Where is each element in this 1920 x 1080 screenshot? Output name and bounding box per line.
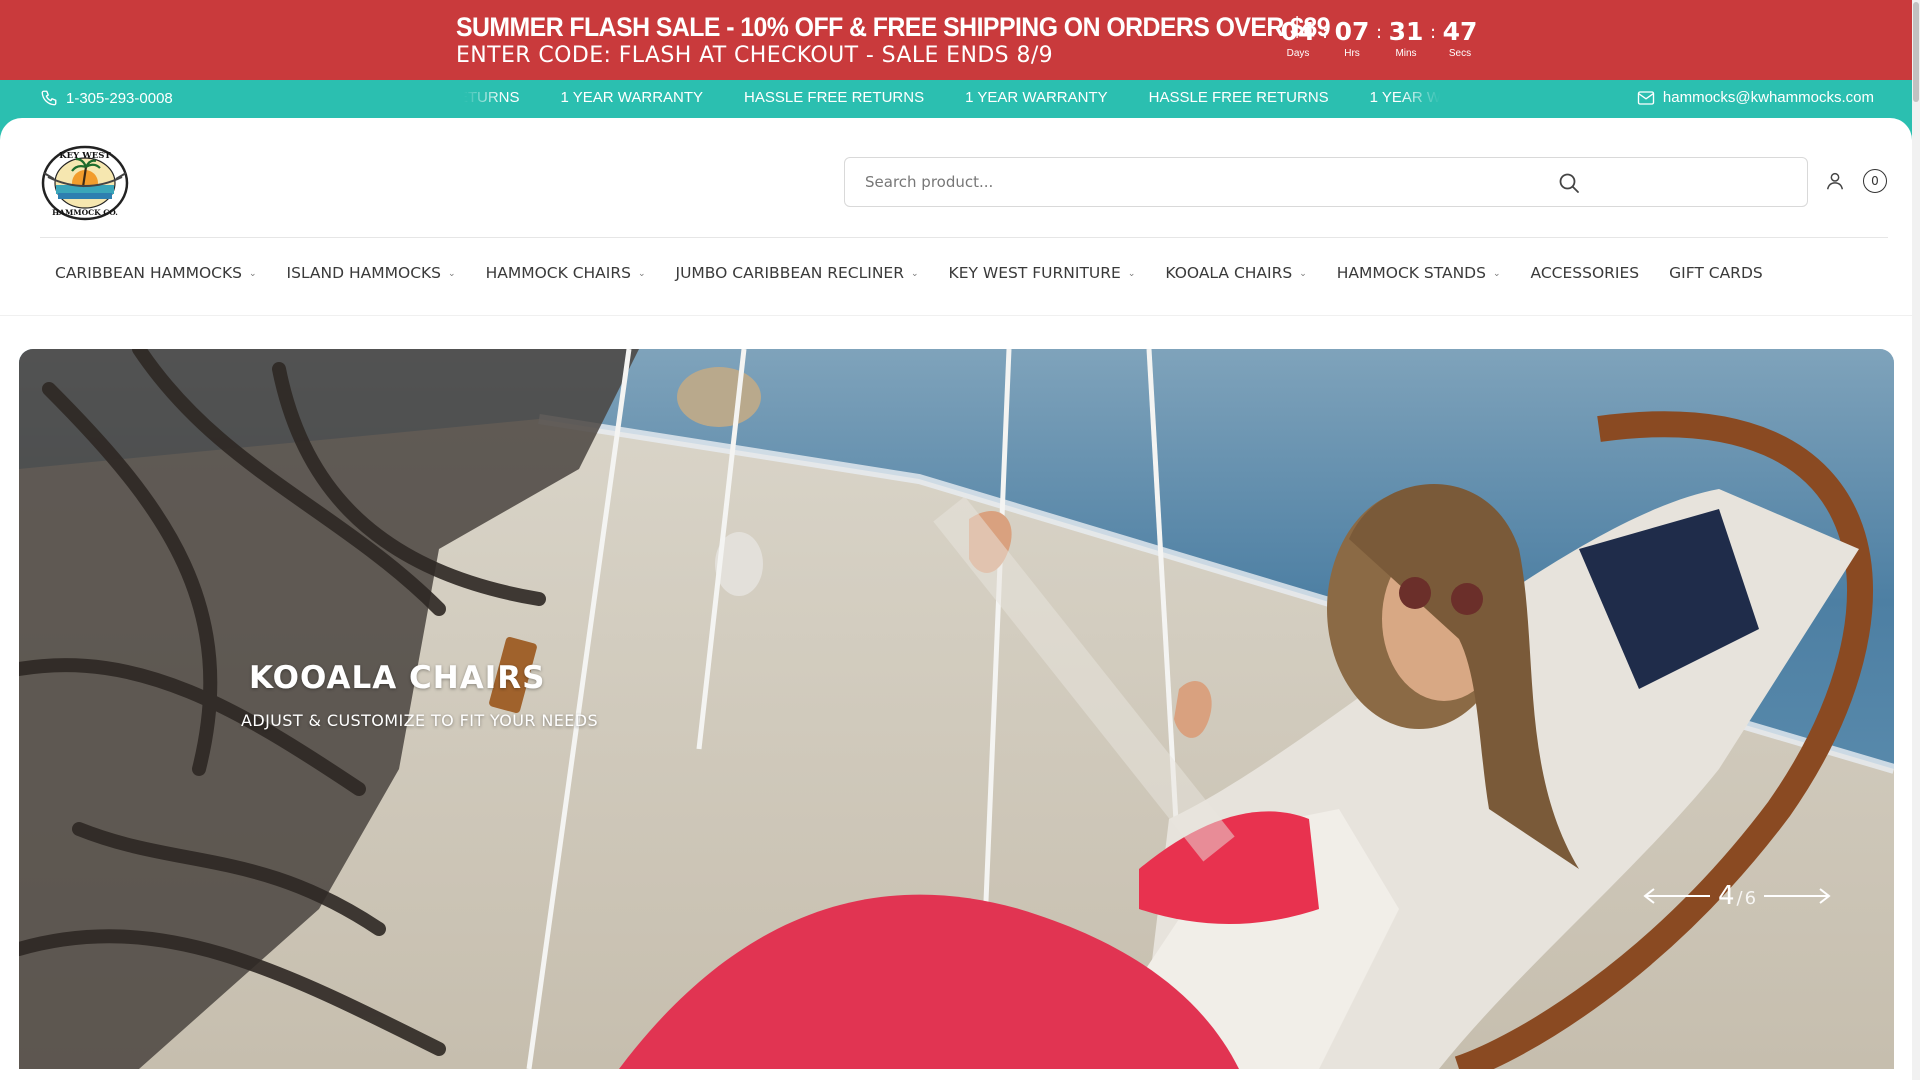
svg-text:KEY WEST: KEY WEST: [59, 151, 111, 161]
marquee-item: HASSLE FREE RETURNS: [744, 89, 925, 106]
cart-count: 0: [1871, 174, 1879, 188]
chevron-down-icon: ⌄: [1127, 269, 1136, 279]
info-bar: 1-305-293-0008 RETURNS 1 YEAR WARRANTY H…: [0, 80, 1920, 118]
slide-counter: 4 / 6: [1718, 881, 1756, 911]
nav-label: HAMMOCK CHAIRS: [485, 264, 631, 282]
search-box: [844, 157, 1808, 207]
chevron-down-icon: ⌄: [1299, 269, 1307, 279]
marquee-item: 1 YEAR WARRANTY: [965, 89, 1108, 106]
countdown-seconds: 47 Secs: [1438, 18, 1482, 60]
phone-icon: [40, 89, 58, 107]
site-logo[interactable]: KEY WEST HAMMOCK CO.: [40, 143, 130, 223]
hero-title: KOOALA CHAIRS: [249, 660, 546, 696]
marquee-item: HASSLE FREE RETURNS: [1148, 89, 1329, 106]
countdown-value: 47: [1442, 17, 1478, 46]
nav-label: GIFT CARDS: [1669, 264, 1763, 282]
nav-label: CARIBBEAN HAMMOCKS: [55, 264, 242, 282]
phone-number: 1-305-293-0008: [66, 89, 173, 107]
countdown-value: 07: [1334, 17, 1370, 46]
nav-label: KOOALA CHAIRS: [1165, 264, 1293, 282]
hero-slider[interactable]: KOOALA CHAIRS ADJUST & CUSTOMIZE TO FIT …: [19, 349, 1894, 1069]
chevron-down-icon: ⌄: [637, 269, 646, 279]
nav-item-jumbo-caribbean-recliner[interactable]: JUMBO CARIBBEAN RECLINER ⌄: [676, 264, 919, 282]
email-address: hammocks@kwhammocks.com: [1662, 89, 1874, 106]
scrollbar-thumb[interactable]: [1913, 2, 1919, 102]
promo-text: SUMMER FLASH SALE - 10% OFF & FREE SHIPP…: [456, 12, 1406, 70]
page-scrollbar[interactable]: [1912, 0, 1920, 1080]
nav-item-hammock-stands[interactable]: HAMMOCK STANDS ⌄: [1337, 264, 1501, 282]
hero-image: [19, 349, 1894, 1069]
nav-label: KEY WEST FURNITURE: [948, 264, 1121, 282]
marquee-item: 1 YEAR WARRANTY: [560, 89, 704, 106]
nav-label: ACCESSORIES: [1530, 264, 1640, 282]
countdown-label: Hrs: [1344, 48, 1360, 59]
countdown-timer: 04 Days : 07 Hrs : 31 Mins : 47 Secs: [1276, 18, 1482, 60]
slider-pager: 4 / 6: [1642, 881, 1832, 911]
countdown-minutes: 31 Mins: [1384, 18, 1428, 60]
main-navigation: CARIBBEAN HAMMOCKS ⌄ ISLAND HAMMOCKS ⌄ HAM…: [55, 264, 1793, 282]
nav-item-key-west-furniture[interactable]: KEY WEST FURNITURE ⌄: [949, 264, 1136, 282]
countdown-label: Days: [1286, 48, 1310, 59]
slide-total: 6: [1744, 888, 1757, 909]
cart-icon[interactable]: 0: [1863, 169, 1887, 193]
promo-headline: SUMMER FLASH SALE - 10% OFF & FREE SHIPP…: [456, 12, 1331, 42]
next-arrow-icon[interactable]: [1762, 882, 1832, 910]
slide-separator: /: [1736, 888, 1743, 909]
promo-banner: SUMMER FLASH SALE - 10% OFF & FREE SHIPP…: [0, 0, 1920, 80]
countdown-value: 04: [1280, 17, 1316, 46]
nav-item-island-hammocks[interactable]: ISLAND HAMMOCKS ⌄: [287, 264, 456, 282]
nav-label: HAMMOCK STANDS: [1336, 264, 1486, 282]
hero-subtitle: ADJUST & CUSTOMIZE TO FIT YOUR NEEDS: [241, 711, 599, 730]
countdown-days: 04 Days: [1276, 18, 1320, 60]
chevron-down-icon: ⌄: [1492, 269, 1501, 279]
chevron-down-icon: ⌄: [248, 269, 257, 279]
countdown-separator: :: [1375, 22, 1383, 43]
nav-item-kooala-chairs[interactable]: KOOALA CHAIRS ⌄: [1165, 264, 1306, 282]
marquee-track: RETURNS 1 YEAR WARRANTY HASSLE FREE RETU…: [464, 89, 1440, 106]
phone-link[interactable]: 1-305-293-0008: [40, 89, 173, 107]
slide-current: 4: [1718, 881, 1735, 911]
benefits-marquee: RETURNS 1 YEAR WARRANTY HASSLE FREE RETU…: [464, 80, 1440, 118]
account-icon[interactable]: [1824, 170, 1846, 197]
nav-divider: [0, 315, 1912, 316]
nav-label: JUMBO CARIBBEAN RECLINER: [675, 264, 904, 282]
main-content: KEY WEST HAMMOCK CO. 0 CARIBBEAN HAMMOCK…: [0, 118, 1912, 1080]
countdown-label: Mins: [1395, 48, 1417, 59]
nav-item-accessories[interactable]: ACCESSORIES: [1531, 264, 1640, 282]
search-icon[interactable]: [1557, 171, 1581, 200]
nav-item-hammock-chairs[interactable]: HAMMOCK CHAIRS ⌄: [486, 264, 646, 282]
countdown-value: 31: [1388, 17, 1424, 46]
prev-arrow-icon[interactable]: [1642, 882, 1712, 910]
countdown-hours: 07 Hrs: [1330, 18, 1374, 60]
nav-item-caribbean-hammocks[interactable]: CARIBBEAN HAMMOCKS ⌄: [55, 264, 257, 282]
chevron-down-icon: ⌄: [911, 269, 919, 279]
svg-text:HAMMOCK CO.: HAMMOCK CO.: [52, 208, 118, 217]
marquee-fade-left: [464, 80, 504, 118]
header-divider: [40, 237, 1888, 238]
countdown-separator: :: [1429, 22, 1437, 43]
search-input[interactable]: [865, 158, 1665, 206]
chevron-down-icon: ⌄: [448, 269, 456, 279]
promo-code-line: ENTER CODE: FLASH AT CHECKOUT - SALE END…: [456, 43, 1054, 68]
countdown-separator: :: [1321, 22, 1329, 43]
nav-label: ISLAND HAMMOCKS: [286, 264, 442, 282]
marquee-fade-right: [1400, 80, 1440, 118]
countdown-label: Secs: [1448, 48, 1472, 59]
nav-item-gift-cards[interactable]: GIFT CARDS: [1669, 264, 1763, 282]
mail-icon: [1637, 90, 1655, 106]
email-link[interactable]: hammocks@kwhammocks.com: [1637, 89, 1874, 106]
